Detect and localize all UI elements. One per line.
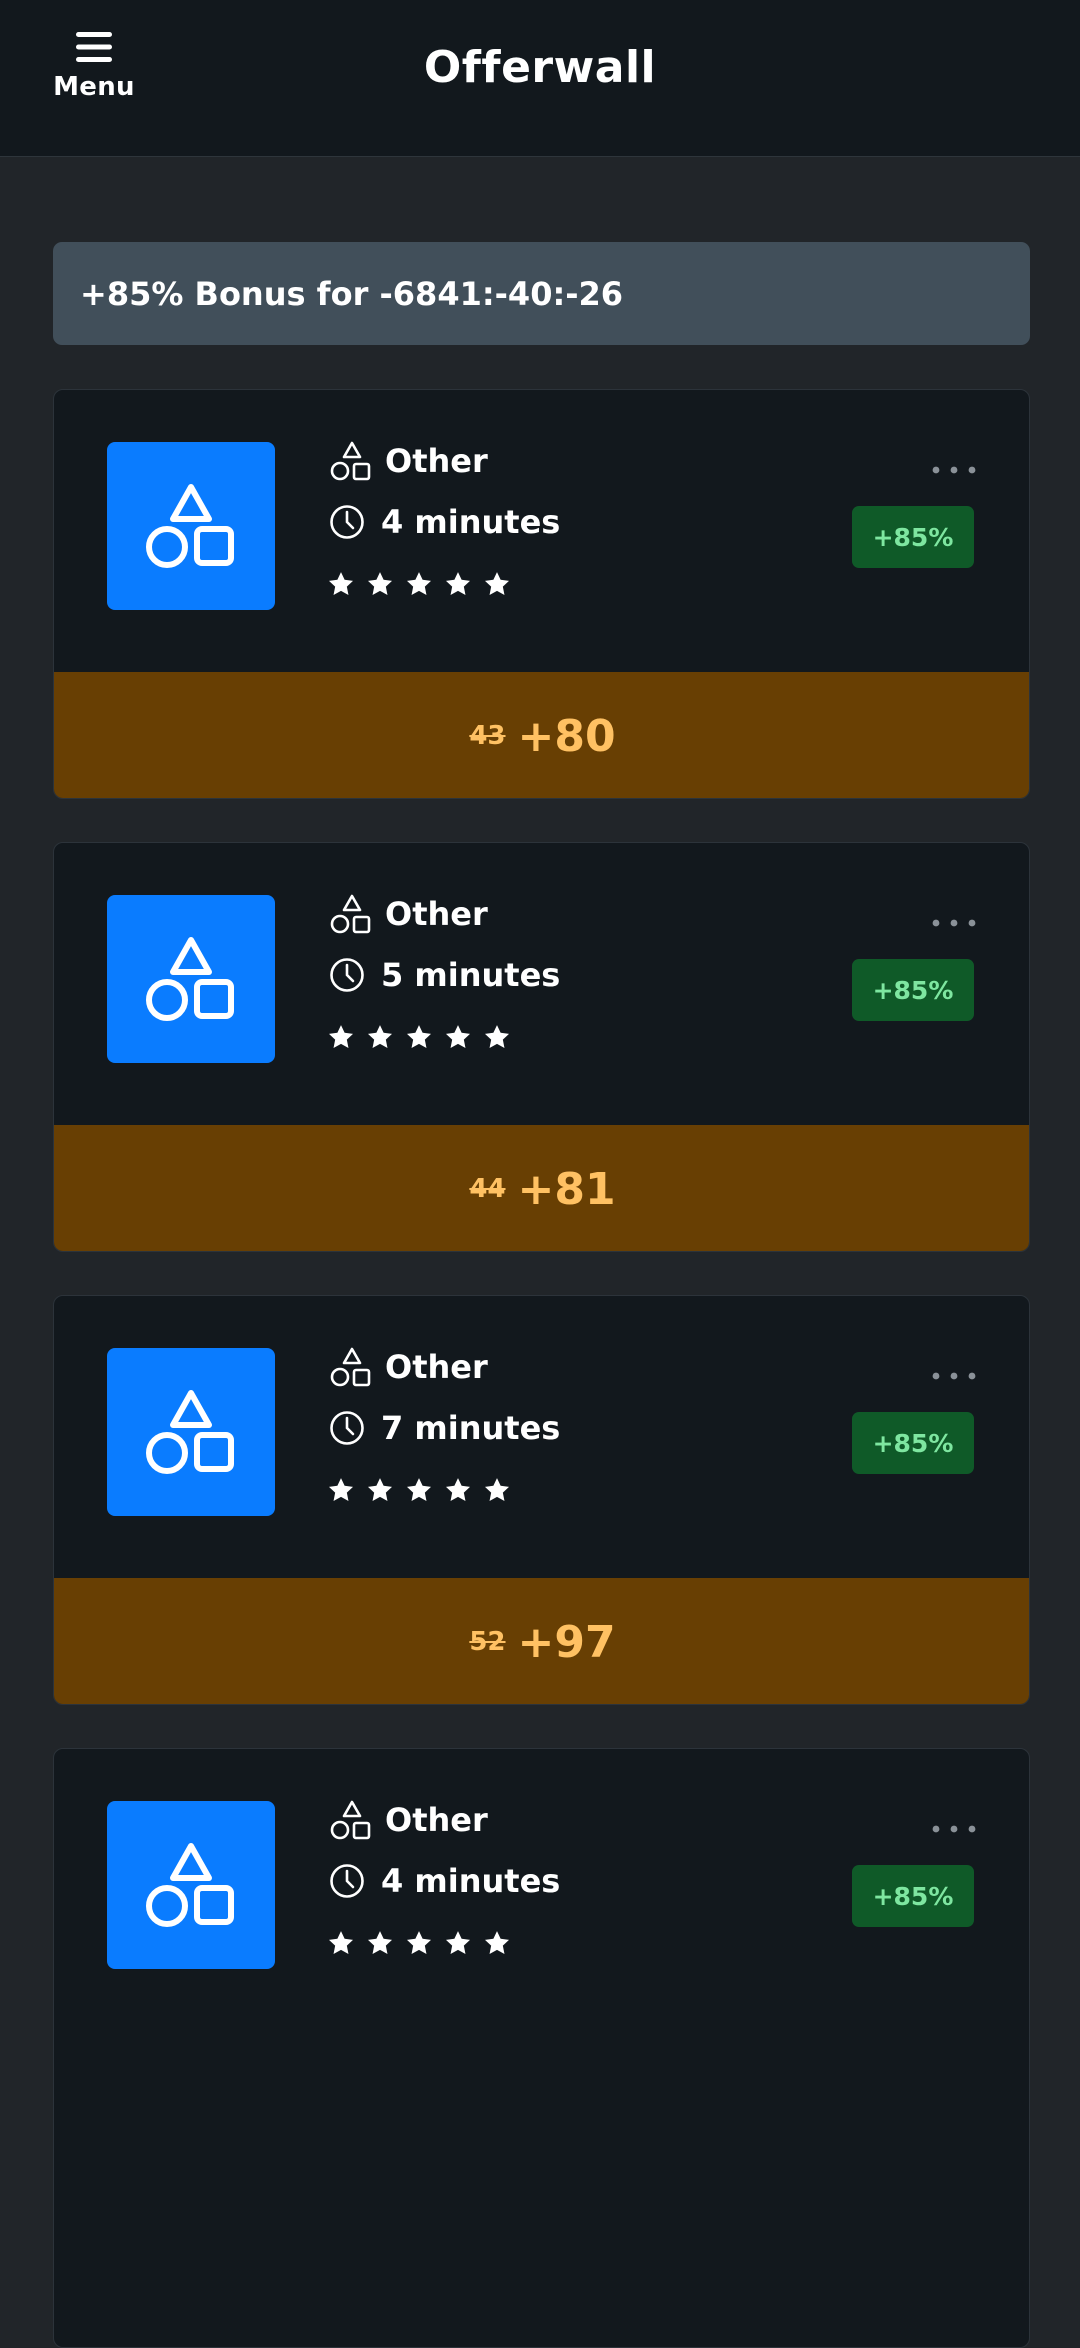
shapes-icon: [146, 484, 234, 568]
star-icon: [484, 1478, 510, 1501]
star-icon: [445, 1478, 471, 1501]
offer-thumbnail: [107, 1348, 275, 1516]
more-dots-icon[interactable]: [929, 460, 979, 480]
boosted-reward: +80: [517, 710, 616, 762]
clock-icon: [330, 1864, 364, 1898]
shapes-icon: [330, 894, 371, 934]
star-icon: [484, 1025, 510, 1048]
original-reward: 44: [469, 1174, 506, 1204]
offer-duration: 4 minutes: [329, 503, 560, 541]
offer-rating: [327, 1023, 522, 1051]
offer-thumbnail: [107, 1801, 275, 1969]
offer-thumbnail: [107, 895, 275, 1063]
star-icon: [328, 1478, 354, 1501]
reward-button[interactable]: 52 +97: [54, 1578, 1029, 1704]
offer-duration: 7 minutes: [329, 1409, 560, 1447]
offer-duration-label: 7 minutes: [381, 1409, 561, 1447]
star-icon: [367, 1025, 393, 1048]
offer-rating: [327, 570, 522, 598]
boosted-reward: +81: [517, 1163, 616, 1215]
more-dots-icon[interactable]: [929, 913, 979, 933]
clock-icon: [330, 505, 364, 539]
shapes-icon: [330, 1347, 371, 1387]
top-bar: Menu Offerwall: [0, 0, 1080, 157]
shapes-icon: [146, 1843, 234, 1927]
star-icon: [367, 572, 393, 595]
bonus-badge: +85%: [852, 1865, 974, 1927]
offer-rating: [327, 1476, 522, 1504]
star-icon: [406, 1025, 432, 1048]
star-icon: [328, 1025, 354, 1048]
star-icon: [484, 1931, 510, 1954]
offer-card[interactable]: Other 4 minutes +85%: [53, 1748, 1030, 2348]
offer-rating: [327, 1929, 522, 1957]
offer-card[interactable]: Other 5 minutes +85% 44 +81: [53, 842, 1030, 1252]
star-icon: [406, 1478, 432, 1501]
offer-category: Other: [329, 440, 488, 482]
shapes-icon: [330, 441, 371, 481]
clock-icon: [330, 1411, 364, 1445]
original-reward: 52: [469, 1627, 506, 1657]
offer-category-label: Other: [385, 895, 488, 933]
offer-category: Other: [329, 893, 488, 935]
offer-category-label: Other: [385, 1348, 488, 1386]
star-icon: [367, 1931, 393, 1954]
star-icon: [406, 1931, 432, 1954]
bonus-badge: +85%: [852, 959, 974, 1021]
offer-category: Other: [329, 1799, 488, 1841]
bonus-banner: +85% Bonus for -6841:-40:-26: [53, 242, 1030, 345]
star-icon: [328, 1931, 354, 1954]
star-icon: [445, 1025, 471, 1048]
offer-category: Other: [329, 1346, 488, 1388]
reward-button[interactable]: 43 +80: [54, 672, 1029, 798]
star-icon: [367, 1478, 393, 1501]
offer-card[interactable]: Other 4 minutes +85% 43 +80: [53, 389, 1030, 799]
shapes-icon: [330, 1800, 371, 1840]
offer-duration-label: 4 minutes: [381, 503, 561, 541]
page-title: Offerwall: [423, 42, 657, 93]
offer-duration-label: 5 minutes: [381, 956, 561, 994]
shapes-icon: [146, 1390, 234, 1474]
star-icon: [445, 1931, 471, 1954]
boosted-reward: +97: [517, 1616, 616, 1668]
offer-category-label: Other: [385, 442, 488, 480]
offer-duration-label: 4 minutes: [381, 1862, 561, 1900]
offer-category-label: Other: [385, 1801, 488, 1839]
star-icon: [484, 572, 510, 595]
reward-button[interactable]: 44 +81: [54, 1125, 1029, 1251]
offer-thumbnail: [107, 442, 275, 610]
clock-icon: [330, 958, 364, 992]
more-dots-icon[interactable]: [929, 1819, 979, 1839]
offer-duration: 5 minutes: [329, 956, 560, 994]
shapes-icon: [146, 937, 234, 1021]
star-icon: [406, 572, 432, 595]
more-dots-icon[interactable]: [929, 1366, 979, 1386]
star-icon: [328, 572, 354, 595]
original-reward: 43: [469, 721, 506, 751]
bonus-badge: +85%: [852, 1412, 974, 1474]
star-icon: [445, 572, 471, 595]
bonus-badge: +85%: [852, 506, 974, 568]
offer-card[interactable]: Other 7 minutes +85% 52 +97: [53, 1295, 1030, 1705]
offer-duration: 4 minutes: [329, 1862, 560, 1900]
